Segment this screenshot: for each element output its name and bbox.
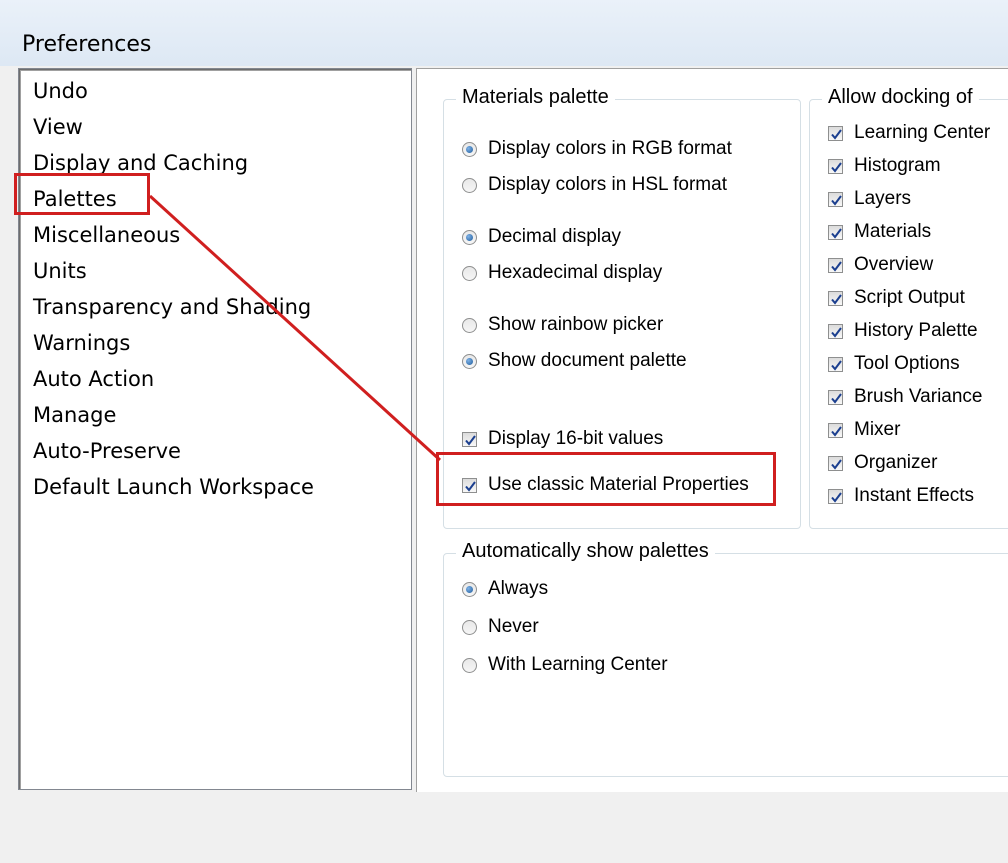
- category-auto-action[interactable]: Auto Action: [33, 367, 154, 391]
- checkbox-checked[interactable]: [828, 423, 843, 438]
- category-undo[interactable]: Undo: [33, 79, 88, 103]
- docking-legend: Allow docking of: [822, 86, 979, 109]
- dock-checkbox-label: Layers: [854, 188, 912, 209]
- check-mark-icon: [831, 228, 842, 239]
- category-miscellaneous[interactable]: Miscellaneous: [33, 223, 180, 247]
- radio-with-learning-center-label: With Learning Center: [488, 654, 668, 675]
- category-default-launch-workspace[interactable]: Default Launch Workspace: [33, 475, 314, 499]
- checkbox-checked[interactable]: [828, 159, 843, 174]
- radio-button[interactable]: [462, 318, 477, 333]
- dock-checkbox-label: Instant Effects: [854, 485, 975, 506]
- checkbox-checked[interactable]: [828, 258, 843, 273]
- radio-button[interactable]: [462, 620, 477, 635]
- checkbox-checked[interactable]: [828, 291, 843, 306]
- radio-show-rainbow-picker-label: Show rainbow picker: [488, 314, 664, 335]
- dock-checkbox-label: Organizer: [854, 452, 938, 473]
- dock-checkbox-label: History Palette: [854, 320, 978, 341]
- radio-button-selected[interactable]: [462, 230, 477, 245]
- title-bar: Preferences: [0, 0, 1008, 66]
- docking-group: Allow docking of Learning Center Histogra…: [809, 86, 1008, 529]
- check-mark-icon: [831, 195, 842, 206]
- auto-show-palettes-group: Automatically show palettes Always Never…: [443, 540, 1008, 777]
- dock-checkbox-label: Learning Center: [854, 122, 991, 143]
- checkbox-checked[interactable]: [828, 456, 843, 471]
- checkbox-checked[interactable]: [828, 324, 843, 339]
- category-view[interactable]: View: [33, 115, 83, 139]
- radio-button-selected[interactable]: [462, 142, 477, 157]
- auto-show-palettes-legend: Automatically show palettes: [456, 540, 715, 563]
- dock-checkbox-label: Mixer: [854, 419, 901, 440]
- checkbox-display-16-bit-values-label: Display 16-bit values: [488, 428, 664, 449]
- check-mark-icon: [831, 261, 842, 272]
- radio-button-selected[interactable]: [462, 354, 477, 369]
- check-mark-icon: [831, 294, 842, 305]
- dock-checkbox-label: Script Output: [854, 287, 965, 308]
- check-mark-icon: [831, 129, 842, 140]
- category-transparency-and-shading[interactable]: Transparency and Shading: [33, 295, 311, 319]
- category-units[interactable]: Units: [33, 259, 87, 283]
- dock-checkbox-label: Materials: [854, 221, 932, 242]
- checkbox-checked[interactable]: [828, 489, 843, 504]
- radio-button[interactable]: [462, 658, 477, 673]
- checkbox-checked[interactable]: [828, 126, 843, 141]
- checkbox-checked[interactable]: [828, 390, 843, 405]
- radio-button[interactable]: [462, 266, 477, 281]
- checkbox-checked[interactable]: [462, 432, 477, 447]
- check-mark-icon: [831, 162, 842, 173]
- check-mark-icon: [465, 435, 476, 446]
- check-mark-icon: [831, 327, 842, 338]
- dialog-footer: [0, 792, 1008, 863]
- check-mark-icon: [831, 393, 842, 404]
- checkbox-checked[interactable]: [828, 192, 843, 207]
- settings-panel: Materials palette Display colors in RGB …: [416, 68, 1008, 792]
- check-mark-icon: [831, 492, 842, 503]
- materials-palette-legend: Materials palette: [456, 86, 615, 109]
- dock-checkbox-label: Overview: [854, 254, 934, 275]
- checkbox-checked[interactable]: [828, 357, 843, 372]
- category-manage[interactable]: Manage: [33, 403, 116, 427]
- dock-checkbox-label: Tool Options: [854, 353, 960, 374]
- radio-button[interactable]: [462, 178, 477, 193]
- radio-button-selected[interactable]: [462, 582, 477, 597]
- category-display-and-caching[interactable]: Display and Caching: [33, 151, 248, 175]
- dock-checkbox-label: Histogram: [854, 155, 941, 176]
- radio-never-label: Never: [488, 616, 539, 637]
- annotation-highlight-palettes: [14, 173, 150, 215]
- category-auto-preserve[interactable]: Auto-Preserve: [33, 439, 181, 463]
- radio-decimal-display-label: Decimal display: [488, 226, 622, 247]
- check-mark-icon: [831, 459, 842, 470]
- radio-rgb-format-label: Display colors in RGB format: [488, 138, 732, 159]
- radio-always-label: Always: [488, 578, 549, 599]
- window-title: Preferences: [22, 32, 152, 57]
- check-mark-icon: [831, 360, 842, 371]
- radio-show-document-palette-label: Show document palette: [488, 350, 687, 371]
- radio-hexadecimal-display-label: Hexadecimal display: [488, 262, 663, 283]
- radio-hsl-format-label: Display colors in HSL format: [488, 174, 727, 195]
- annotation-highlight-classic-material-properties: [436, 452, 776, 506]
- dock-checkbox-label: Brush Variance: [854, 386, 983, 407]
- checkbox-checked[interactable]: [828, 225, 843, 240]
- check-mark-icon: [831, 426, 842, 437]
- category-warnings[interactable]: Warnings: [33, 331, 130, 355]
